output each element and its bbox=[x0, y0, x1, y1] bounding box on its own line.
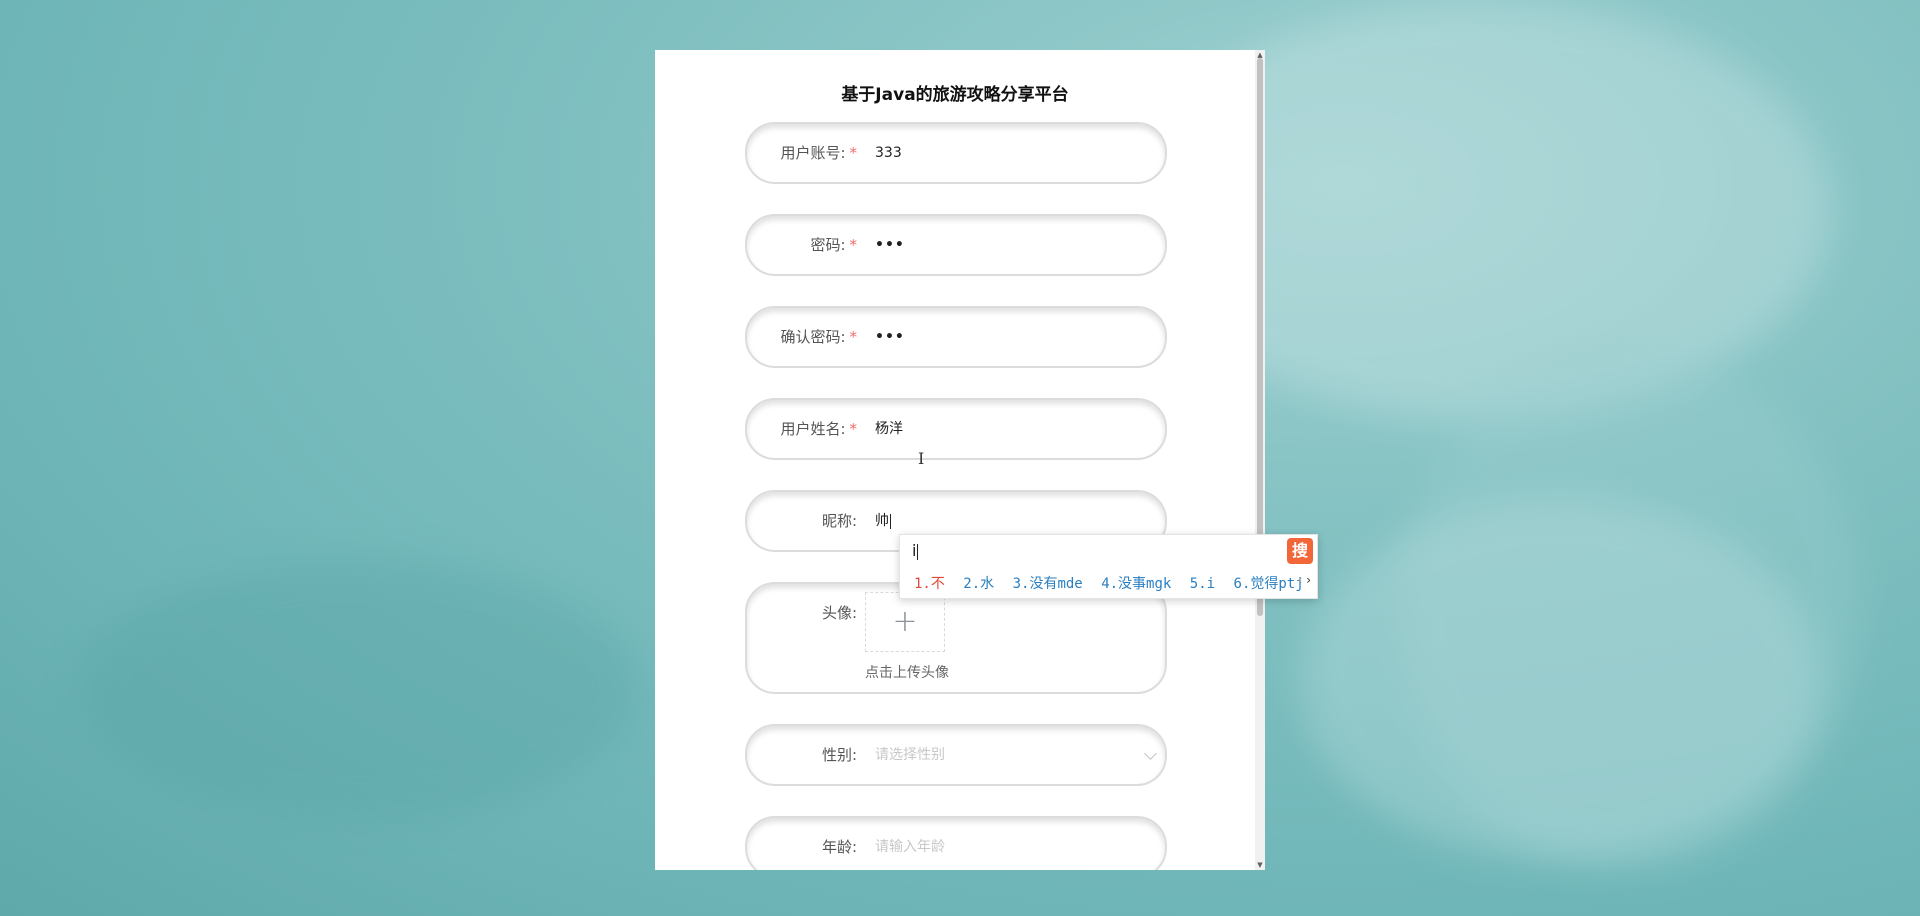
register-panel: 基于Java的旅游攻略分享平台 用户账号: * 333 密码: * ••• 确认密码… bbox=[655, 50, 1265, 870]
required-mark: * bbox=[849, 144, 858, 162]
gender-placeholder: 请选择性别 bbox=[875, 747, 945, 763]
chevron-down-icon bbox=[1144, 747, 1157, 760]
confirm-password-input[interactable]: ••• bbox=[875, 308, 905, 366]
ime-candidate[interactable]: 1.不 bbox=[914, 576, 945, 592]
scroll-thumb[interactable] bbox=[1257, 58, 1263, 616]
ime-caret bbox=[917, 543, 919, 560]
nickname-label: 昵称: bbox=[821, 512, 857, 530]
nickname-input[interactable]: 帅 bbox=[875, 492, 891, 550]
account-label: 用户账号: * bbox=[780, 144, 858, 162]
background-blur bbox=[1300, 500, 1820, 860]
age-input[interactable]: 请输入年龄 bbox=[875, 818, 945, 870]
avatar-label: 头像: bbox=[821, 604, 857, 622]
text-caret bbox=[890, 513, 891, 529]
ime-candidate[interactable]: 3.没有mde bbox=[1013, 576, 1083, 592]
password-field[interactable]: 密码: * ••• bbox=[745, 214, 1167, 276]
chevron-left-icon[interactable]: ‹ bbox=[1298, 573, 1303, 587]
ime-candidate[interactable]: 2.水 bbox=[963, 576, 994, 592]
required-mark: * bbox=[849, 328, 858, 346]
ime-composition: i bbox=[912, 541, 919, 560]
account-field[interactable]: 用户账号: * 333 bbox=[745, 122, 1167, 184]
gender-select[interactable]: 性别: 请选择性别 bbox=[745, 724, 1167, 786]
confirm-password-field[interactable]: 确认密码: * ••• bbox=[745, 306, 1167, 368]
realname-field[interactable]: 用户姓名: * 杨洋 bbox=[745, 398, 1167, 460]
background-blur bbox=[80, 560, 640, 820]
ibeam-cursor-icon: I bbox=[918, 449, 925, 468]
realname-input[interactable]: 杨洋 bbox=[875, 400, 903, 458]
chevron-right-icon[interactable]: › bbox=[1306, 573, 1311, 587]
ime-logo-icon[interactable]: 搜 bbox=[1287, 538, 1313, 564]
ime-candidate[interactable]: 5.i bbox=[1190, 576, 1215, 592]
ime-candidate[interactable]: 6.觉得ptj bbox=[1234, 576, 1304, 592]
age-field[interactable]: 年龄: 请输入年龄 bbox=[745, 816, 1167, 870]
scrollbar[interactable]: ▲ ▼ bbox=[1255, 50, 1265, 870]
ime-page-arrows: ‹ › bbox=[1298, 573, 1311, 587]
ime-candidates: 1.不 2.水 3.没有mde 4.没事mgk 5.i 6.觉得ptj bbox=[914, 573, 1314, 593]
page-title: 基于Java的旅游攻略分享平台 bbox=[841, 85, 1069, 105]
ime-candidate[interactable]: 4.没事mgk bbox=[1101, 576, 1171, 592]
password-input[interactable]: ••• bbox=[875, 216, 905, 274]
age-label: 年龄: bbox=[821, 838, 857, 856]
required-mark: * bbox=[849, 236, 858, 254]
account-input[interactable]: 333 bbox=[875, 124, 902, 182]
required-mark: * bbox=[849, 420, 858, 438]
confirm-password-label: 确认密码: * bbox=[780, 328, 858, 346]
ime-candidate-window: i 搜 1.不 2.水 3.没有mde 4.没事mgk 5.i 6.觉得ptj … bbox=[899, 534, 1318, 599]
gender-label: 性别: bbox=[821, 746, 857, 764]
realname-label: 用户姓名: * bbox=[780, 420, 858, 438]
password-label: 密码: * bbox=[810, 236, 858, 254]
plus-icon: + bbox=[892, 604, 918, 639]
scroll-down-icon[interactable]: ▼ bbox=[1255, 860, 1265, 870]
avatar-upload-button[interactable]: + bbox=[865, 592, 945, 652]
avatar-upload-hint: 点击上传头像 bbox=[865, 665, 949, 681]
